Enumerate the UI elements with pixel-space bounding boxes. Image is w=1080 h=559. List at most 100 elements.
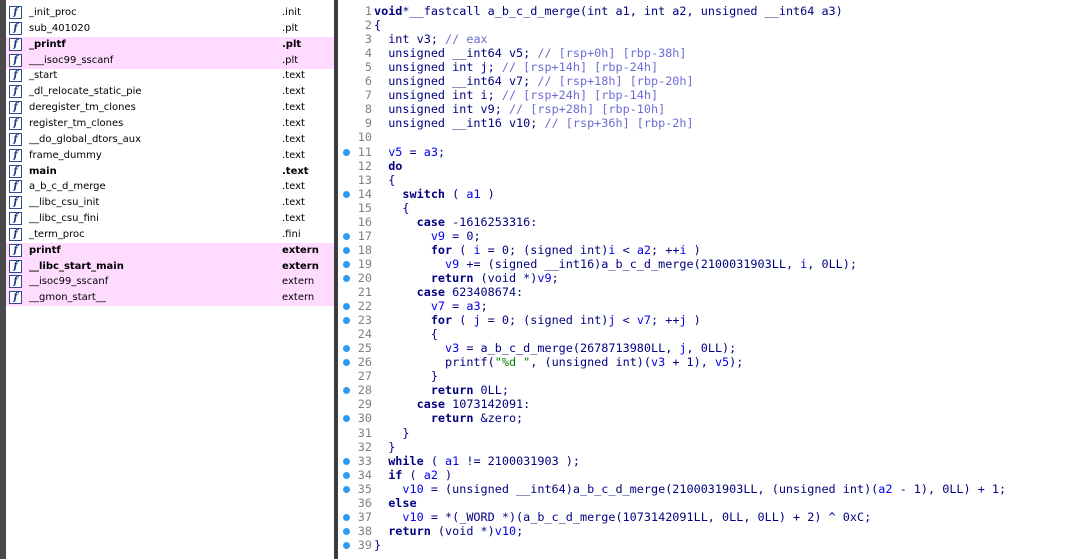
function-row[interactable]: f __isoc99_sscanf extern — [6, 274, 334, 291]
breakpoint-dot-icon[interactable] — [343, 246, 350, 254]
function-segment: .text — [282, 149, 305, 161]
function-row[interactable]: f _printf .plt — [6, 36, 334, 53]
line-number: 30 — [357, 411, 372, 426]
function-name: __do_global_dtors_aux — [29, 133, 142, 145]
function-row[interactable]: f register_tm_clones .text — [6, 116, 334, 132]
pseudocode-view[interactable]: 1 void*__fastcall a_b_c_d_merge(int a1, i… — [338, 0, 1080, 559]
function-name: _init_proc — [29, 7, 77, 18]
function-icon: f — [9, 212, 22, 226]
function-segment: .plt — [282, 22, 299, 34]
function-name: ___isoc99_sscanf — [29, 54, 114, 66]
function-name: __gmon_start__ — [29, 292, 106, 304]
breakpoint-dot-icon[interactable] — [343, 527, 350, 535]
breakpoint-dot-icon[interactable] — [343, 359, 350, 367]
breakpoint-dot-icon[interactable] — [343, 345, 350, 353]
code-text: } — [374, 439, 396, 454]
line-number: 10 — [357, 130, 372, 145]
line-number: 3 — [364, 32, 372, 47]
breakpoint-dot-icon[interactable] — [343, 303, 350, 311]
function-row[interactable]: f ___isoc99_sscanf .plt — [6, 52, 334, 69]
function-row[interactable]: f __gmon_start__ extern — [6, 290, 334, 307]
line-number: 6 — [364, 74, 372, 89]
code-text: v7 = a3; — [374, 299, 488, 314]
code-text: case 623408674: — [374, 285, 524, 299]
function-segment: extern — [282, 276, 315, 288]
breakpoint-dot-icon[interactable] — [343, 274, 350, 282]
code-text: } — [374, 425, 410, 440]
code-text: else — [374, 495, 417, 510]
function-icon: f — [9, 196, 22, 210]
line-number: 16 — [357, 214, 372, 229]
code-text: v10 = (unsigned __int64)a_b_c_d_merge(21… — [374, 481, 1007, 496]
function-row[interactable]: f _term_proc .fini — [6, 227, 334, 243]
function-row[interactable]: f deregister_tm_clones .text — [6, 100, 334, 116]
function-row[interactable]: f a_b_c_d_merge .text — [6, 179, 334, 195]
function-row[interactable]: f __libc_start_main extern — [6, 258, 334, 275]
function-row[interactable]: f __libc_csu_init .text — [6, 195, 334, 211]
breakpoint-dot-icon[interactable] — [343, 232, 350, 240]
line-number: 20 — [357, 270, 372, 285]
line-number: 36 — [357, 495, 372, 510]
function-icon: f — [9, 132, 22, 146]
code-text: } — [374, 369, 438, 384]
code-text: return (void *)v9; — [374, 270, 559, 285]
line-number: 18 — [357, 242, 372, 257]
line-number: 21 — [357, 285, 372, 299]
code-text: if ( a2 ) — [374, 467, 453, 482]
function-icon: f — [9, 53, 22, 67]
function-row[interactable]: f __libc_csu_fini .text — [6, 211, 334, 227]
code-text: int v3; // eax — [374, 32, 488, 47]
code-text: for ( i = 0; (signed int)i < a2; ++i ) — [374, 242, 701, 257]
function-icon: f — [9, 227, 22, 241]
line-number: 33 — [357, 453, 372, 468]
function-row[interactable]: f _init_proc .init — [6, 5, 334, 21]
line-number: 39 — [357, 537, 372, 552]
code-text: while ( a1 != 2100031903 ); — [374, 453, 580, 468]
function-row[interactable]: f printf extern — [6, 242, 334, 259]
line-number: 17 — [357, 228, 372, 243]
breakpoint-dot-icon[interactable] — [343, 260, 350, 268]
function-row[interactable]: f main .text — [6, 164, 334, 180]
line-number: 11 — [357, 144, 372, 159]
function-icon: f — [9, 259, 22, 273]
breakpoint-dot-icon[interactable] — [343, 541, 350, 549]
line-number: 27 — [357, 369, 372, 384]
breakpoint-dot-icon[interactable] — [343, 415, 350, 423]
function-name: __libc_start_main — [29, 260, 124, 272]
functions-window[interactable]: f _init_proc .init f sub_401020 .plt f _printf.… — [6, 0, 334, 559]
function-row[interactable]: f __do_global_dtors_aux .text — [6, 132, 334, 148]
breakpoint-dot-icon[interactable] — [343, 190, 350, 198]
function-segment: .text — [282, 117, 305, 129]
function-row[interactable]: f sub_401020 .plt — [6, 21, 334, 37]
line-number: 35 — [357, 481, 372, 496]
breakpoint-dot-icon[interactable] — [343, 513, 350, 521]
line-number: 8 — [364, 102, 372, 117]
code-text: printf("%d ", (unsigned int)(v3 + 1), v5… — [374, 355, 744, 370]
function-icon: f — [9, 101, 22, 115]
function-row[interactable]: f _start .text — [6, 68, 334, 84]
breakpoint-dot-icon[interactable] — [343, 317, 350, 325]
breakpoint-dot-icon[interactable] — [343, 485, 350, 493]
function-row[interactable]: f _dl_relocate_static_pie .text — [6, 84, 334, 100]
breakpoint-dot-icon[interactable] — [343, 471, 350, 479]
function-icon: f — [9, 180, 22, 194]
breakpoint-dot-icon[interactable] — [343, 457, 350, 465]
function-segment: extern — [282, 260, 319, 272]
code-text: v9 += (signed __int16)a_b_c_d_merge(2100… — [374, 256, 857, 271]
function-segment: .text — [282, 165, 309, 177]
function-name: sub_401020 — [29, 22, 91, 34]
function-name: _printf — [29, 38, 66, 50]
function-segment: .text — [282, 102, 305, 114]
code-text: unsigned __int16 v10; // [rsp+36h] [rbp-… — [374, 116, 694, 131]
line-number: 12 — [357, 158, 372, 173]
code-text: } — [374, 537, 382, 552]
function-segment: extern — [282, 244, 319, 256]
function-row[interactable]: f frame_dummy .text — [6, 148, 334, 164]
function-name: _start — [29, 70, 58, 82]
line-number: 29 — [357, 397, 372, 412]
line-number: 26 — [357, 355, 372, 370]
breakpoint-dot-icon[interactable] — [343, 387, 350, 395]
function-icon: f — [9, 21, 22, 35]
code-text: return &zero; — [374, 411, 524, 426]
breakpoint-dot-icon[interactable] — [343, 148, 350, 156]
